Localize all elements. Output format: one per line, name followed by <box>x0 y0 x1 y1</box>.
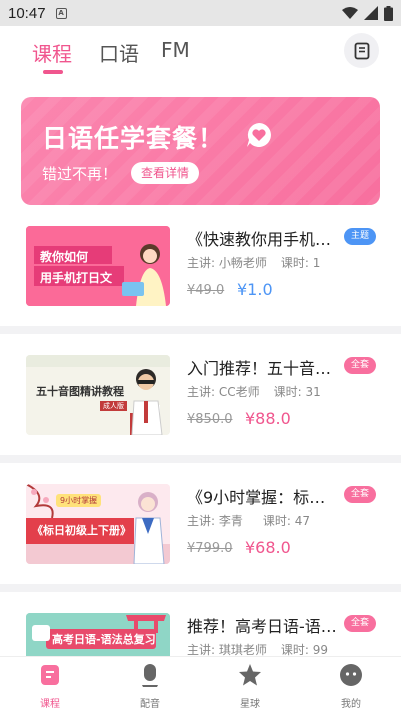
course-title: 《9小时掌握：标日初级上下册》 <box>187 488 337 507</box>
microphone-icon <box>142 664 158 687</box>
notebook-button[interactable] <box>344 33 379 68</box>
course-title: 推荐！高考日语-语法总复习 <box>187 617 337 636</box>
nav-label: 我的 <box>341 699 361 710</box>
course-title: 入门推荐！五十音图精讲教程 <box>187 359 337 378</box>
nav-item-courses[interactable]: 课程 <box>20 663 80 710</box>
course-thumbnail: 教你如何 用手机打日文 <box>26 226 170 306</box>
divider <box>0 455 401 463</box>
course-meta: 主讲: 李青 课时: 47 <box>187 512 310 529</box>
sim-icon: A <box>55 7 67 19</box>
thumbnail-tag: 成人版 <box>100 401 127 411</box>
course-card[interactable]: 五十音图精讲教程 成人版 入门推荐！五十音图精讲教程 全套 主讲: CC老师课时… <box>0 341 401 463</box>
star-icon <box>239 664 261 686</box>
nav-item-planet[interactable]: 星球 <box>220 663 280 710</box>
original-price: ¥799.0 <box>187 541 233 556</box>
status-time: 10:47 <box>8 4 46 22</box>
course-lessons: 课时: 99 <box>280 643 328 656</box>
course-meta: 主讲: 琪琪老师 课时: 99 <box>187 641 328 656</box>
tab-fm[interactable]: FM <box>161 38 190 62</box>
banner-title: 日语任学套餐！ <box>42 124 225 153</box>
course-card[interactable]: 高考日语-语法总复习 推荐！高考日语-语法总复习 全套 主讲: 琪琪老师课时: … <box>0 599 401 656</box>
notebook-icon <box>354 42 369 59</box>
original-price: ¥850.0 <box>187 412 233 427</box>
course-badge: 全套 <box>344 357 377 374</box>
course-meta: 主讲: CC老师 课时: 31 <box>187 383 321 400</box>
profile-face-icon <box>340 664 362 686</box>
sale-price: ¥1.0 <box>237 280 273 299</box>
course-meta: 主讲: 小畅老师 课时: 1 <box>187 254 320 271</box>
course-thumbnail: 五十音图精讲教程 成人版 <box>26 355 170 435</box>
course-teacher: 主讲: 李青 <box>187 514 243 528</box>
nav-label: 配音 <box>140 699 160 710</box>
course-teacher: 主讲: 琪琪老师 <box>187 643 267 656</box>
thumbnail-tag: 9小时掌握 <box>56 494 102 507</box>
course-thumbnail: 9小时掌握 《标日初级上下册》 <box>26 484 170 564</box>
course-badge: 全套 <box>344 486 377 503</box>
view-details-button[interactable]: 查看详情 <box>131 162 199 184</box>
banner-subtitle: 错过不再！ <box>42 165 118 183</box>
promo-banner[interactable]: 日语任学套餐！ 错过不再！ 查看详情 <box>21 97 380 205</box>
tab-speaking[interactable]: 口语 <box>99 38 139 67</box>
nav-label: 课程 <box>40 699 60 710</box>
cell-signal-icon <box>364 6 378 20</box>
course-thumbnail: 高考日语-语法总复习 <box>26 613 170 656</box>
course-card[interactable]: 教你如何 用手机打日文 《快速教你用手机打日文》 主题 主讲: 小畅老师课时: … <box>0 212 401 334</box>
course-lessons: 课时: 31 <box>273 385 321 399</box>
course-icon <box>41 665 59 685</box>
thumbnail-caption: 五十音图精讲教程 <box>36 385 124 398</box>
course-teacher: 主讲: 小畅老师 <box>187 256 267 270</box>
sale-price: ¥88.0 <box>245 409 291 428</box>
course-lessons: 课时: 47 <box>262 514 310 528</box>
divider <box>0 584 401 592</box>
thumbnail-caption: 高考日语-语法总复习 <box>52 633 156 646</box>
course-badge: 全套 <box>344 615 377 632</box>
course-card[interactable]: 9小时掌握 《标日初级上下册》 《9小时掌握：标日初级上下册》 全套 主讲: 李… <box>0 470 401 592</box>
wifi-icon <box>342 7 358 19</box>
thumbnail-caption: 教你如何 <box>40 250 89 264</box>
course-title: 《快速教你用手机打日文》 <box>187 230 337 249</box>
original-price: ¥49.0 <box>187 283 225 298</box>
thumbnail-caption: 《标日初级上下册》 <box>32 524 131 537</box>
status-bar: 10:47 A <box>0 0 401 26</box>
tab-courses[interactable]: 课程 <box>32 38 72 67</box>
thumbnail-caption: 用手机打日文 <box>40 271 113 285</box>
sale-price: ¥68.0 <box>245 538 291 557</box>
nav-label: 星球 <box>240 699 260 710</box>
divider <box>0 326 401 334</box>
course-lessons: 课时: 1 <box>280 256 321 270</box>
active-tab-indicator <box>43 70 63 74</box>
heart-chat-icon <box>247 123 271 147</box>
nav-item-dubbing[interactable]: 配音 <box>120 663 180 710</box>
battery-icon <box>384 5 393 21</box>
nav-item-mine[interactable]: 我的 <box>321 663 381 710</box>
bottom-nav: 课程 配音 星球 我的 <box>0 656 401 712</box>
course-teacher: 主讲: CC老师 <box>187 385 260 399</box>
course-badge: 主题 <box>344 228 377 245</box>
